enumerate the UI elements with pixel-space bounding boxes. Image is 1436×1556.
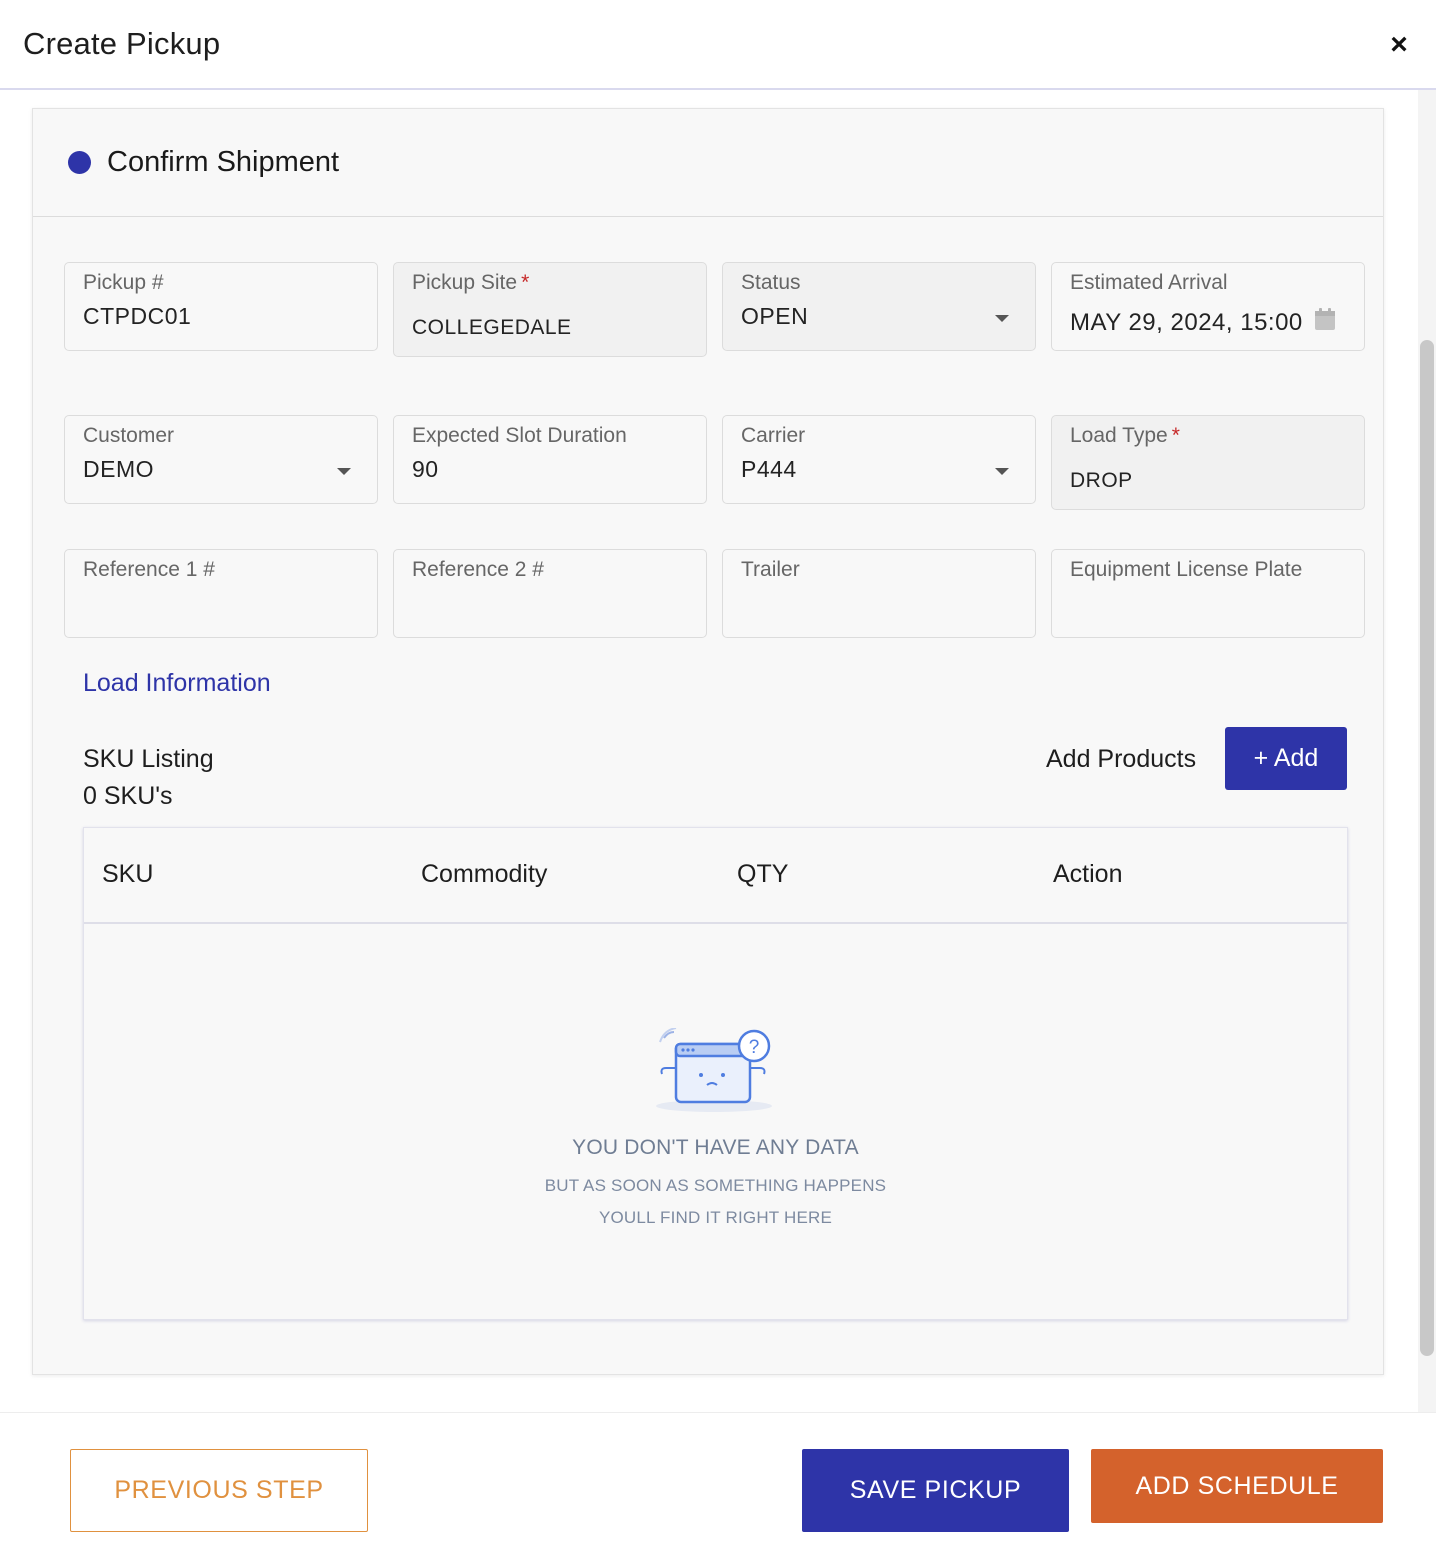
estimated-arrival-field[interactable]: Estimated Arrival MAY 29, 2024, 15:00: [1051, 262, 1365, 351]
customer-select[interactable]: Customer DEMO: [64, 415, 378, 504]
step-dot-icon: [68, 151, 91, 174]
carrier-label: Carrier: [741, 424, 806, 447]
carrier-value: P444: [741, 456, 797, 482]
reference1-label: Reference 1 #: [83, 558, 215, 581]
estimated-arrival-value: MAY 29, 2024, 15:00: [1070, 309, 1303, 336]
trailer-label: Trailer: [741, 558, 800, 581]
pickup-number-label: Pickup #: [83, 271, 164, 294]
add-schedule-button[interactable]: ADD SCHEDULE: [1091, 1449, 1383, 1523]
modal-header: Create Pickup ×: [0, 0, 1436, 90]
load-information-link[interactable]: Load Information: [83, 669, 271, 698]
trailer-field[interactable]: Trailer: [722, 549, 1036, 638]
previous-step-button[interactable]: PREVIOUS STEP: [70, 1449, 368, 1532]
empty-state-line2: YOULL FIND IT RIGHT HERE: [598, 1208, 833, 1227]
column-commodity[interactable]: Commodity: [421, 860, 547, 889]
add-product-button[interactable]: + Add: [1225, 727, 1347, 790]
status-value: OPEN: [741, 303, 809, 329]
empty-state-title: YOU DON'T HAVE ANY DATA: [572, 1136, 859, 1159]
required-marker: *: [1171, 424, 1180, 447]
confirm-shipment-card: Confirm Shipment Pickup # CTPDC01 Pickup…: [32, 108, 1384, 1375]
empty-state-illustration: ?: [655, 1028, 772, 1112]
equipment-plate-field[interactable]: Equipment License Plate: [1051, 549, 1365, 638]
equipment-plate-label: Equipment License Plate: [1070, 558, 1303, 581]
section-title: Confirm Shipment: [107, 146, 340, 178]
empty-state-line1: BUT AS SOON AS SOMETHING HAPPENS: [544, 1176, 887, 1195]
pickup-site-label-wrap: Pickup Site *: [412, 271, 529, 295]
calendar-icon[interactable]: [1314, 307, 1336, 331]
reference2-label: Reference 2 #: [412, 558, 544, 581]
customer-label: Customer: [83, 424, 175, 447]
column-sku[interactable]: SKU: [102, 860, 153, 889]
table-header: SKU Commodity QTY Action: [84, 828, 1347, 924]
pickup-site-field[interactable]: Pickup Site * COLLEGEDALE: [393, 262, 707, 357]
slot-duration-field[interactable]: Expected Slot Duration 90: [393, 415, 707, 504]
create-pickup-modal: Create Pickup × Confirm Shipment Pickup …: [0, 0, 1436, 1556]
scrollbar[interactable]: [1418, 90, 1436, 1412]
column-qty[interactable]: QTY: [737, 860, 788, 889]
load-type-field[interactable]: Load Type * DROP: [1051, 415, 1365, 510]
modal-title: Create Pickup: [23, 26, 221, 61]
svg-text:?: ?: [748, 1037, 759, 1058]
chevron-down-icon[interactable]: [995, 315, 1009, 322]
pickup-number-value: CTPDC01: [83, 303, 192, 329]
reference1-field[interactable]: Reference 1 #: [64, 549, 378, 638]
reference2-field[interactable]: Reference 2 #: [393, 549, 707, 638]
load-type-label: Load Type: [1070, 424, 1168, 447]
required-marker: *: [521, 271, 530, 294]
carrier-select[interactable]: Carrier P444: [722, 415, 1036, 504]
sku-count: 0 SKU's: [83, 782, 173, 810]
column-action[interactable]: Action: [1053, 860, 1122, 889]
pickup-site-label: Pickup Site: [412, 271, 518, 294]
slot-duration-value: 90: [412, 456, 439, 482]
chevron-down-icon[interactable]: [995, 468, 1009, 475]
status-select[interactable]: Status OPEN: [722, 262, 1036, 351]
customer-value: DEMO: [83, 456, 154, 482]
load-type-label-wrap: Load Type *: [1070, 424, 1180, 448]
chevron-down-icon[interactable]: [337, 468, 351, 475]
status-label: Status: [741, 271, 801, 294]
pickup-number-field[interactable]: Pickup # CTPDC01: [64, 262, 378, 351]
modal-footer: PREVIOUS STEP SAVE PICKUP ADD SCHEDULE: [0, 1412, 1436, 1556]
close-icon[interactable]: ×: [1384, 28, 1414, 62]
load-type-value: DROP: [1070, 469, 1133, 492]
sku-table: SKU Commodity QTY Action ? YOU DON'T HAV…: [83, 827, 1348, 1320]
pickup-site-value: COLLEGEDALE: [412, 316, 572, 339]
scrollbar-thumb[interactable]: [1420, 340, 1434, 1356]
add-products-label: Add Products: [1046, 745, 1197, 773]
estimated-arrival-label: Estimated Arrival: [1070, 271, 1228, 294]
save-pickup-button[interactable]: SAVE PICKUP: [802, 1449, 1069, 1532]
slot-duration-label: Expected Slot Duration: [412, 424, 627, 447]
card-header: Confirm Shipment: [33, 109, 1383, 217]
empty-state: ? YOU DON'T HAVE ANY DATA BUT AS SOON AS…: [84, 1028, 1347, 1234]
sku-listing-title: SKU Listing: [83, 745, 214, 773]
modal-body: Confirm Shipment Pickup # CTPDC01 Pickup…: [0, 90, 1436, 1412]
